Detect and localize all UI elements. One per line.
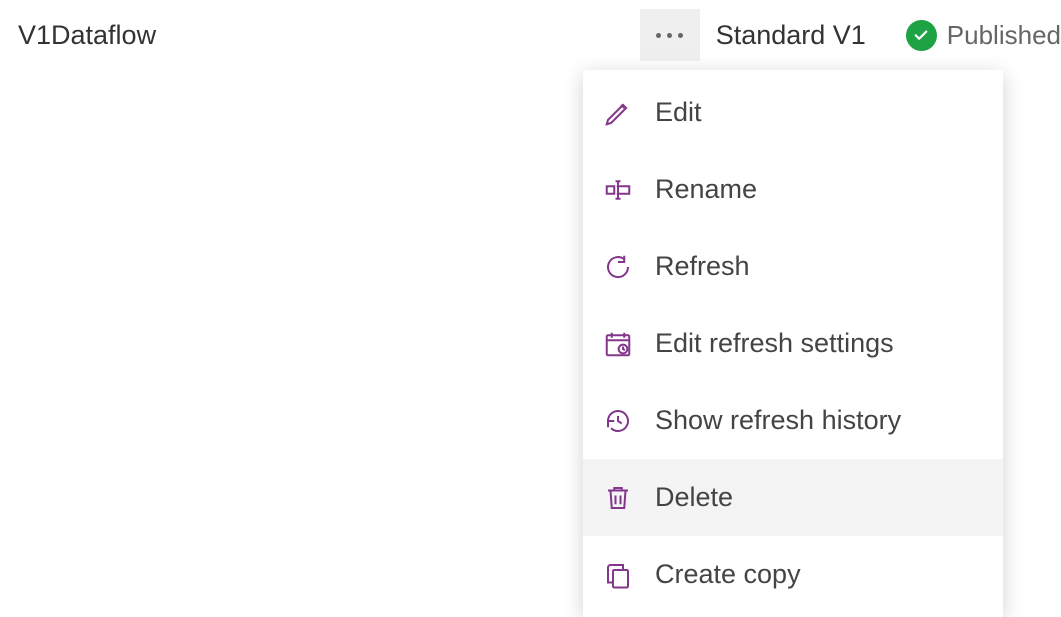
menu-item-edit-refresh-settings[interactable]: Edit refresh settings — [583, 305, 1003, 382]
copy-icon — [601, 558, 635, 592]
menu-item-edit[interactable]: Edit — [583, 74, 1003, 151]
edit-icon — [601, 96, 635, 130]
refresh-history-icon — [601, 404, 635, 438]
status-badge: Published — [906, 20, 1061, 51]
menu-item-label: Rename — [655, 174, 757, 205]
more-options-button[interactable] — [640, 9, 700, 61]
menu-item-refresh[interactable]: Refresh — [583, 228, 1003, 305]
edit-refresh-settings-icon — [601, 327, 635, 361]
menu-item-label: Edit refresh settings — [655, 328, 894, 359]
menu-item-label: Edit — [655, 97, 702, 128]
context-menu: Edit Rename Refresh Edit refresh setting… — [583, 70, 1003, 617]
refresh-icon — [601, 250, 635, 284]
dataflow-name[interactable]: V1Dataflow — [18, 20, 156, 51]
dataflow-type: Standard V1 — [716, 20, 866, 51]
check-circle-icon — [906, 20, 937, 51]
menu-item-delete[interactable]: Delete — [583, 459, 1003, 536]
more-options-icon — [656, 33, 683, 38]
menu-item-label: Show refresh history — [655, 405, 901, 436]
rename-icon — [601, 173, 635, 207]
menu-item-label: Refresh — [655, 251, 750, 282]
menu-item-rename[interactable]: Rename — [583, 151, 1003, 228]
menu-item-create-copy[interactable]: Create copy — [583, 536, 1003, 613]
delete-icon — [601, 481, 635, 515]
menu-item-show-refresh-history[interactable]: Show refresh history — [583, 382, 1003, 459]
menu-item-label: Create copy — [655, 559, 801, 590]
status-text: Published — [947, 20, 1061, 51]
menu-item-label: Delete — [655, 482, 733, 513]
dataflow-row: V1Dataflow Standard V1 Published — [0, 0, 1061, 70]
